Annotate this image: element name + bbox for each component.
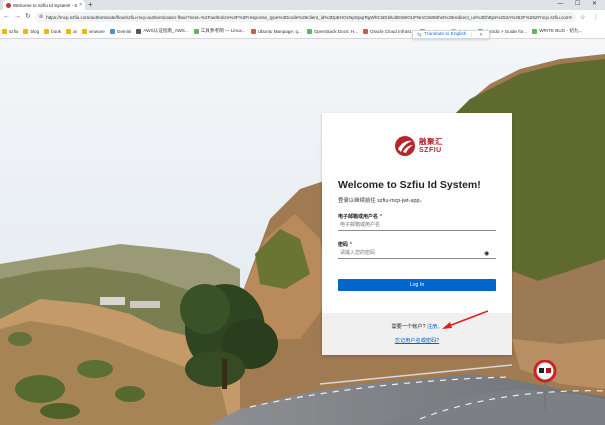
address-bar-url[interactable]: https://mcp.szfiu.com/authenticate/flow/… — [46, 15, 572, 20]
password-input[interactable] — [338, 248, 496, 259]
bookmark-label: ai — [73, 28, 77, 34]
tab-title: Welcome to Szfiu Id System! - Szf — [13, 2, 78, 8]
password-label: 密码 * — [338, 241, 352, 248]
translate-popup[interactable]: ⇆ Translate to English ⋮ ✕ — [412, 30, 490, 39]
site-icon — [193, 28, 199, 34]
brand-logo: 融聚汇 SZFIU — [394, 135, 443, 157]
bookmark-item[interactable]: ai — [66, 28, 77, 34]
login-button[interactable]: Log In — [338, 279, 496, 291]
page-title: Welcome to Szfiu Id System! — [338, 179, 481, 191]
folder-icon — [81, 28, 87, 34]
bookmark-item[interactable]: szfiu — [2, 28, 19, 34]
aws-icon — [136, 28, 142, 34]
folder-icon — [44, 28, 50, 34]
forgot-password-link[interactable]: 忘记用户名或密码? — [322, 337, 512, 344]
bookmark-label: blog — [30, 28, 40, 34]
translate-icon: ⇆ — [417, 31, 422, 38]
toolbar-menu-icons[interactable]: ☆ ⋮ — [580, 14, 602, 21]
username-label: 电子邮箱或用户名 * — [338, 213, 382, 220]
road-sign-icon — [533, 360, 557, 410]
bookmark-item[interactable]: 工具参考网 — Linux... — [193, 28, 246, 34]
new-tab-button[interactable]: + — [88, 0, 93, 10]
bookmark-label: Gemini — [116, 28, 132, 34]
gemini-icon — [109, 28, 115, 34]
back-button[interactable]: ← — [3, 10, 10, 24]
address-bar[interactable]: ⊜ https://mcp.szfiu.com/authenticate/flo… — [34, 12, 576, 22]
browser-tab-active[interactable]: Welcome to Szfiu Id System! - Szf × — [3, 0, 85, 10]
browser-chrome: Welcome to Szfiu Id System! - Szf × + — … — [0, 0, 605, 39]
bookmark-item[interactable]: WRITE BUG - 初九... — [532, 28, 582, 34]
bookmark-label: Oracle Cloud Infrast... — [370, 28, 415, 34]
bookmark-item[interactable]: Ubuntu Manpage: q... — [250, 28, 302, 34]
bookmark-item[interactable]: AWS认证指南_AWS... — [136, 28, 189, 34]
oracle-icon — [363, 28, 368, 34]
brand-logo-text: 融聚汇 SZFIU — [419, 138, 443, 155]
tab-close-icon[interactable]: × — [79, 2, 82, 8]
bookmark-label: OpenStack Docs: H... — [313, 28, 358, 34]
bookmark-item[interactable]: OpenStack Docs: H... — [306, 28, 358, 34]
folder-icon — [2, 28, 7, 34]
translate-label[interactable]: Translate to English — [424, 32, 466, 37]
site-info-icon[interactable]: ⊜ — [39, 14, 43, 20]
translate-controls[interactable]: ⋮ ✕ — [469, 32, 485, 38]
site-icon — [532, 28, 538, 34]
background-landscape — [0, 39, 605, 425]
tab-bar: Welcome to Szfiu Id System! - Szf × + — … — [0, 0, 605, 10]
site-icon — [306, 28, 312, 34]
bookmark-item[interactable]: Gemini — [109, 28, 132, 34]
bookmarks-bar: szfiu blog book ai vmware Gemini AWS认证指南_AWS..… — [0, 24, 605, 39]
annotation-arrow-icon — [442, 310, 489, 329]
bookmark-label: vmware — [88, 28, 105, 34]
forward-button[interactable]: → — [14, 10, 21, 24]
browser-toolbar: ← → ↻ ⊜ https://mcp.szfiu.com/authentica… — [0, 10, 605, 24]
bookmark-label: szfiu — [9, 28, 19, 34]
brand-name-cn: 融聚汇 — [419, 136, 443, 146]
brand-name-en: SZFIU — [419, 147, 442, 155]
brand-logo-icon — [395, 136, 415, 156]
bookmark-label: Ubuntu Manpage: q... — [257, 28, 302, 34]
bookmark-item[interactable]: blog — [23, 28, 40, 34]
bookmark-label: chezdo > Guide for... — [484, 28, 528, 34]
username-input[interactable] — [338, 220, 496, 231]
bookmark-item[interactable]: Oracle Cloud Infrast... — [363, 28, 415, 34]
folder-icon — [66, 28, 72, 34]
bookmark-label: book — [51, 28, 62, 34]
window-controls[interactable]: — ☐ ✕ — [557, 0, 602, 9]
bookmark-label: AWS认证指南_AWS... — [143, 28, 189, 33]
bookmark-label: 工具参考网 — Linux... — [200, 28, 246, 33]
folder-icon — [23, 28, 29, 34]
signup-prompt: 需要一个帐户? — [391, 324, 426, 330]
bookmark-item[interactable]: vmware — [81, 28, 105, 34]
bookmark-label: WRITE BUG - 初九... — [539, 28, 583, 33]
reload-button[interactable]: ↻ — [25, 10, 31, 24]
show-password-icon[interactable]: ◉ — [484, 250, 489, 257]
tab-favicon-icon — [6, 2, 11, 8]
ubuntu-icon — [250, 28, 256, 34]
bookmark-item[interactable]: book — [44, 28, 62, 34]
page-subtitle: 登录以继续前往 szfiu-mcp-jwt-app。 — [338, 198, 425, 204]
